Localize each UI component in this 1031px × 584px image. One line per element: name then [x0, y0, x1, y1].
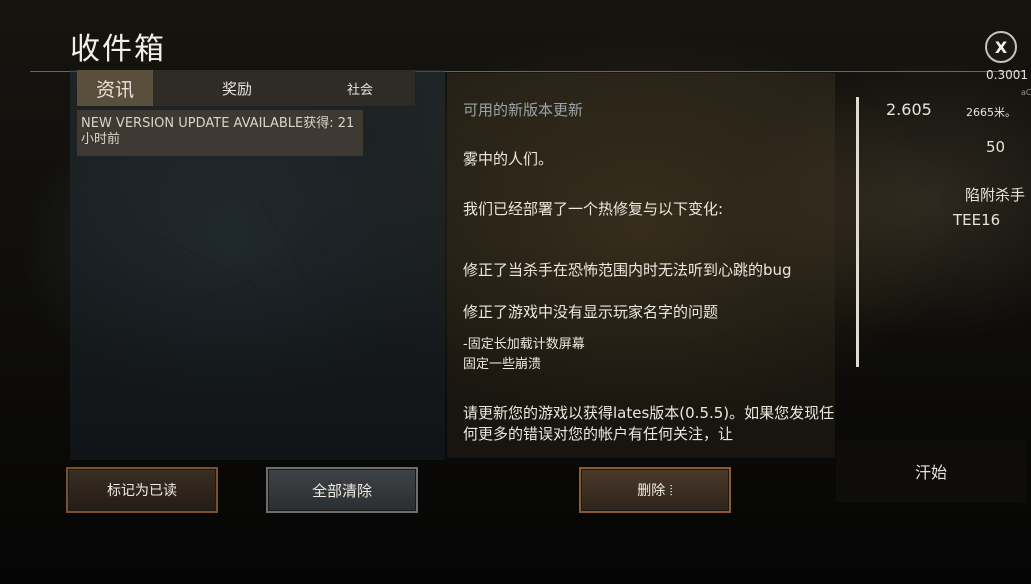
list-item-time: 小时前 — [81, 132, 121, 147]
page-title: 收件箱 — [70, 32, 166, 67]
mark-read-button[interactable]: 标记为已读 — [66, 467, 218, 513]
stat-value-c: 50 — [986, 138, 1006, 156]
stat-value-b: 2665米。 — [966, 106, 1016, 119]
message-subject: 可用的新版本更新 — [463, 101, 584, 119]
message-outro: 请更新您的游戏以获得lates版本(0.5.5)。如果您发现任何更多的错误对您的… — [463, 404, 835, 443]
stat-top-value: 0.3001 — [986, 68, 1028, 82]
tab-label: 奖励 — [221, 79, 252, 98]
stat-tag: aC — [1021, 88, 1031, 97]
tab-bar: 资讯 奖励 社会 — [77, 70, 415, 106]
list-item[interactable]: NEW VERSION UPDATE AVAILABLE获得: 21 小时前 — [77, 110, 363, 156]
message-scrollbar[interactable] — [856, 97, 859, 367]
start-button[interactable]: 汗始 — [836, 440, 1026, 502]
list-item-title: NEW VERSION UPDATE AVAILABLE获得: 21 — [81, 116, 355, 131]
start-label: 汗始 — [914, 463, 947, 482]
tab-social[interactable]: 社会 — [342, 70, 378, 106]
tab-rewards[interactable]: 奖励 — [217, 70, 257, 106]
tab-label: 社会 — [346, 82, 373, 98]
button-label: 删除 ⦙ — [637, 483, 673, 499]
message-fix-3: -固定长加载计数屏幕 — [463, 337, 585, 352]
stat-code: TEE16 — [953, 211, 1001, 229]
message-greeting: 雾中的人们。 — [463, 150, 554, 168]
message-fix-4: 固定一些崩溃 — [463, 357, 542, 372]
tab-label: 资讯 — [95, 78, 134, 101]
tab-news[interactable]: 资讯 — [77, 70, 153, 106]
stat-value-a: 2.605 — [886, 100, 932, 119]
clear-all-button[interactable]: 全部清除 — [266, 467, 418, 513]
message-fix-2: 修正了游戏中没有显示玩家名字的问题 — [463, 303, 719, 321]
button-label: 全部清除 — [311, 481, 372, 500]
stat-killer-label: 陷附杀手 — [965, 186, 1026, 204]
button-label: 标记为已读 — [107, 483, 177, 499]
delete-button[interactable]: 删除 ⦙ — [579, 467, 731, 513]
close-icon: X — [994, 37, 1008, 57]
message-fix-1: 修正了当杀手在恐怖范围内时无法听到心跳的bug — [463, 261, 792, 279]
message-intro: 我们已经部署了一个热修复与以下变化: — [463, 200, 724, 218]
close-button[interactable]: X — [985, 31, 1017, 63]
